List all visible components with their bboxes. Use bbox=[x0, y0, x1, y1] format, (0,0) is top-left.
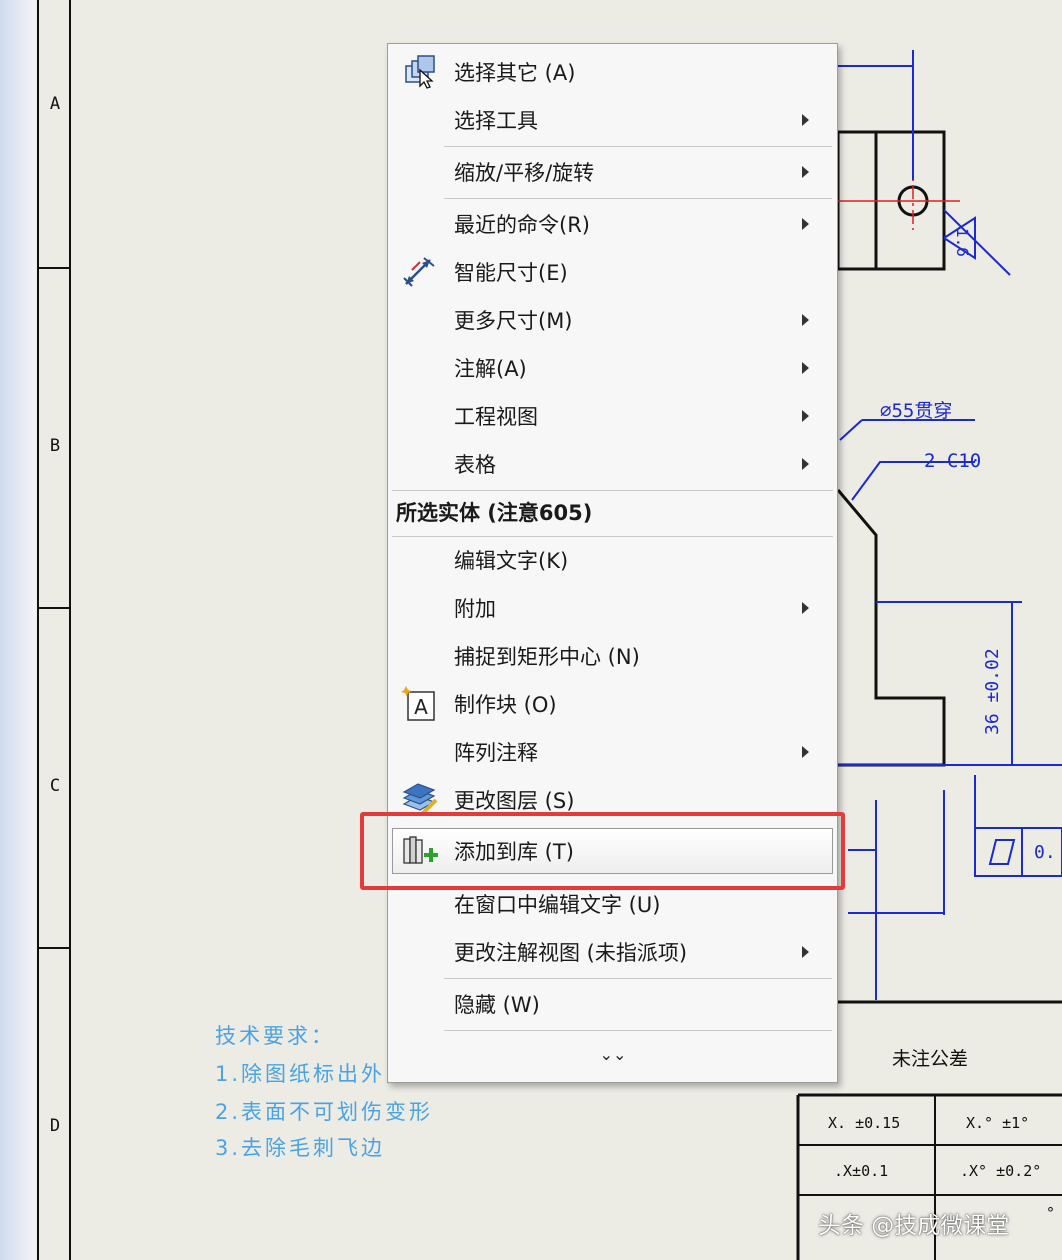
tolerance-table-title: 未注公差 bbox=[892, 1048, 969, 1070]
chamfer-annotation[interactable]: 2-C10 bbox=[924, 450, 981, 472]
diameter-annotation[interactable]: ∅55贯穿 bbox=[880, 396, 952, 423]
menu-item-select-other[interactable]: 选择其它 (A) bbox=[388, 50, 837, 94]
menu-item-label: 表格 bbox=[454, 453, 496, 477]
submenu-arrow-icon bbox=[802, 114, 809, 126]
menu-item-make-block[interactable]: A 制作块 (O) bbox=[388, 682, 837, 726]
menu-item-label: 更改注解视图 (未指派项) bbox=[454, 941, 688, 965]
sheet-edge bbox=[0, 0, 36, 1260]
tech-requirements-title[interactable]: 技术要求： bbox=[215, 1020, 335, 1050]
menu-item-label: 在窗口中编辑文字 (U) bbox=[454, 893, 661, 917]
menu-separator bbox=[444, 1030, 832, 1031]
menu-separator bbox=[392, 536, 833, 537]
menu-separator bbox=[444, 146, 832, 147]
submenu-arrow-icon bbox=[802, 410, 809, 422]
menu-separator bbox=[444, 198, 832, 199]
tolerance-cell: X. ±0.15 bbox=[828, 1114, 901, 1132]
submenu-arrow-icon bbox=[802, 458, 809, 470]
submenu-arrow-icon bbox=[802, 362, 809, 374]
tolerance-cell: ° bbox=[1046, 1204, 1056, 1222]
section-view-part bbox=[836, 419, 1062, 1000]
tech-requirement-item[interactable]: 2.表面不可划伤变形 bbox=[215, 1096, 433, 1126]
menu-item-label: 最近的命令(R) bbox=[454, 213, 590, 237]
menu-item-edit-text[interactable]: 编辑文字(K) bbox=[388, 538, 837, 582]
highlight-annotation-box bbox=[360, 812, 845, 890]
menu-item-pattern-annotation[interactable]: 阵列注释 bbox=[388, 730, 837, 774]
menu-item-label: 缩放/平移/旋转 bbox=[454, 161, 595, 185]
roughness-annotation[interactable]: 1.6 bbox=[953, 228, 972, 257]
select-other-icon bbox=[405, 55, 435, 89]
tech-requirement-item[interactable]: 1.除图纸标出外， bbox=[215, 1058, 409, 1088]
tolerance-cell: X.° ±1° bbox=[966, 1114, 1030, 1132]
menu-item-smart-dimension[interactable]: 智能尺寸(E) bbox=[388, 250, 837, 294]
watermark-text: 头条 @技成微课堂 bbox=[818, 1213, 1010, 1239]
menu-section-header: 所选实体 (注意605) bbox=[388, 490, 837, 534]
flatness-value[interactable]: 0. bbox=[1034, 842, 1056, 863]
submenu-arrow-icon bbox=[802, 746, 809, 758]
top-view-part bbox=[836, 50, 1011, 276]
menu-item-annotations[interactable]: 注解(A) bbox=[388, 346, 837, 390]
tolerance-cell: .X±0.1 bbox=[834, 1162, 889, 1180]
menu-item-label: 智能尺寸(E) bbox=[454, 261, 568, 285]
dimension-annotation[interactable]: 36 ±0.02 bbox=[982, 648, 1003, 735]
tech-requirement-item[interactable]: 3.去除毛刺飞边 bbox=[215, 1132, 385, 1162]
zone-label-c: C bbox=[49, 776, 61, 796]
menu-item-tables[interactable]: 表格 bbox=[388, 442, 837, 486]
context-menu: 选择其它 (A) 选择工具 缩放/平移/旋转 最近的命令(R) 智能尺寸(E) … bbox=[387, 43, 838, 1083]
submenu-arrow-icon bbox=[802, 946, 809, 958]
menu-item-recent-commands[interactable]: 最近的命令(R) bbox=[388, 202, 837, 246]
smart-dimension-icon bbox=[403, 257, 435, 287]
section-header-label: 所选实体 (注意605) bbox=[396, 501, 593, 525]
menu-item-label: 注解(A) bbox=[454, 357, 527, 381]
submenu-arrow-icon bbox=[802, 314, 809, 326]
menu-item-label: 编辑文字(K) bbox=[454, 549, 569, 573]
submenu-arrow-icon bbox=[802, 166, 809, 178]
menu-item-snap-to-rect-center[interactable]: 捕捉到矩形中心 (N) bbox=[388, 634, 837, 678]
zone-label-b: B bbox=[49, 436, 61, 456]
expand-menu-chevron-icon[interactable]: ⌄⌄ bbox=[593, 1044, 633, 1066]
menu-item-label: 选择其它 (A) bbox=[454, 61, 576, 85]
make-block-icon: A bbox=[401, 686, 435, 721]
menu-item-more-dimensions[interactable]: 更多尺寸(M) bbox=[388, 298, 837, 342]
tolerance-cell: .X° ±0.2° bbox=[960, 1162, 1042, 1180]
menu-item-zoom-pan-rotate[interactable]: 缩放/平移/旋转 bbox=[388, 150, 837, 194]
menu-item-select-tools[interactable]: 选择工具 bbox=[388, 98, 837, 142]
zone-label-d: D bbox=[49, 1116, 61, 1136]
menu-item-label: 选择工具 bbox=[454, 109, 538, 133]
menu-item-label: 更多尺寸(M) bbox=[454, 309, 573, 333]
zone-label-a: A bbox=[49, 94, 61, 114]
submenu-arrow-icon bbox=[802, 602, 809, 614]
menu-separator bbox=[444, 978, 832, 979]
menu-item-change-annotation-view[interactable]: 更改注解视图 (未指派项) bbox=[388, 930, 837, 974]
svg-text:A: A bbox=[414, 695, 428, 719]
menu-item-label: 更改图层 (S) bbox=[454, 789, 575, 813]
menu-item-label: 隐藏 (W) bbox=[454, 993, 540, 1017]
submenu-arrow-icon bbox=[802, 218, 809, 230]
menu-item-drawing-views[interactable]: 工程视图 bbox=[388, 394, 837, 438]
menu-item-label: 工程视图 bbox=[454, 405, 538, 429]
menu-item-label: 阵列注释 bbox=[454, 741, 538, 765]
menu-item-hide[interactable]: 隐藏 (W) bbox=[388, 982, 837, 1026]
menu-item-label: 制作块 (O) bbox=[454, 693, 557, 717]
menu-item-label: 捕捉到矩形中心 (N) bbox=[454, 645, 640, 669]
menu-item-label: 附加 bbox=[454, 597, 496, 621]
menu-item-attach[interactable]: 附加 bbox=[388, 586, 837, 630]
